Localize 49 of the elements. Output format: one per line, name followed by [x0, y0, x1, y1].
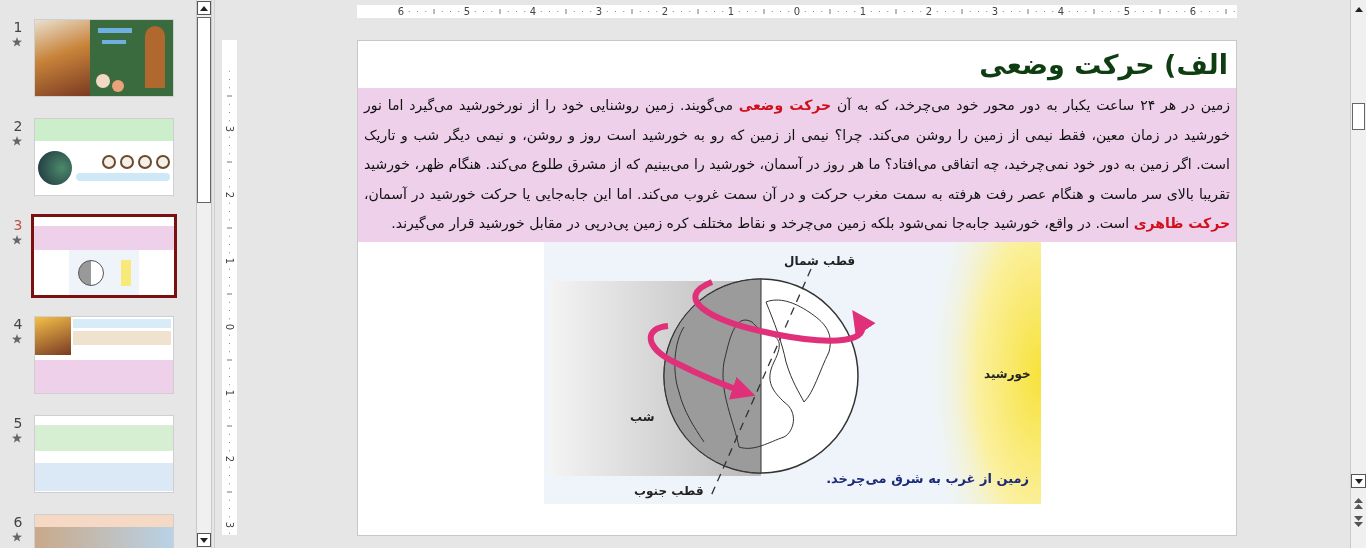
ruler-number: 1	[727, 5, 735, 18]
star-icon	[12, 235, 22, 245]
slide-number: 5	[12, 415, 23, 431]
slide-number: 4	[12, 316, 23, 332]
scrollbar[interactable]	[196, 0, 212, 548]
ruler-number: 5	[1123, 5, 1131, 18]
ruler-number: 1	[859, 5, 867, 18]
ruler-number: 3	[595, 5, 603, 18]
ruler-number: 1	[224, 389, 235, 397]
ruler-number: 2	[925, 5, 933, 18]
slide-number: 6	[12, 514, 23, 530]
south-pole-label: قطب جنوب	[634, 482, 704, 500]
star-icon	[12, 433, 22, 443]
star-icon	[12, 532, 22, 542]
ruler-number: 3	[224, 521, 235, 529]
night-label: شب	[630, 408, 655, 426]
ruler-number: 4	[1057, 5, 1065, 18]
figure-caption: زمین از غرب به شرق می‌چرخد.	[826, 469, 1029, 488]
ruler-number: 1	[224, 257, 235, 265]
scrollbar[interactable]	[1350, 0, 1366, 548]
scroll-down-icon[interactable]	[1351, 474, 1366, 488]
ruler-number: 2	[224, 191, 235, 199]
star-icon	[12, 334, 22, 344]
paragraph: زمین در هر ۲۴ ساعت یکبار به دور محور خود می‌چرخد، که به آن حرکت وضعی می‌گویند. زمین روشنایی خود را از نورخورشید می‌گیرد اما نور خورشید در زمان معین، فقط نیمی از زمین را روشن می‌کند. چرا؟ نیمی از زمین که رو به خورشید است روز و روشن، و نیمی دیگر شب و تاریک است. اگر زمین به دور خود نمی‌چرخید، چه اتفاقی می‌افتاد؟ ما هر روز در آسمان، خورشید را می‌بینیم که از مشرق طلوع می‌کند. هنگام ظهر، خورشید تقریبا بالای سر ماست و هنگام عصر رفت هرفته به سمت مغرب حرکت و در آن سمت غروب می‌کند. اما این جابه‌جایی یا حرکت خورشید در آسمان، حرکت ظاهری است. در واقع، خورشید جابه‌جا نمی‌شود بلکه زمین می‌چرخد و نقاط مختلف کره زمین پی‌درپی در مقابل خورشید قرار می‌گیرند.	[364, 96, 1230, 234]
scroll-up-icon[interactable]	[197, 1, 211, 15]
previous-slide-icon[interactable]	[1351, 496, 1366, 510]
ruler-number: 0	[224, 323, 235, 331]
scrollbar-thumb[interactable]	[1352, 103, 1365, 130]
ruler-number: 3	[224, 125, 235, 133]
ruler-number: 2	[224, 455, 235, 463]
slide-title: الف) حرکت وضعی	[978, 48, 1229, 83]
ruler-number: 6	[1189, 5, 1197, 18]
sun-label: خورشید	[984, 365, 1031, 383]
star-icon	[12, 37, 22, 47]
slide-number: 1	[12, 19, 23, 35]
north-pole-label: قطب شمال	[784, 252, 856, 270]
next-slide-icon[interactable]	[1351, 514, 1366, 528]
slide-number: 2	[12, 118, 23, 134]
slide-thumbnail[interactable]	[31, 214, 177, 298]
ruler-number: 2	[661, 5, 669, 18]
scroll-down-icon[interactable]	[197, 533, 211, 547]
ruler-number: 0	[793, 5, 801, 18]
scrollbar-thumb[interactable]	[197, 17, 211, 203]
ruler-number: 3	[991, 5, 999, 18]
ruler-number: 6	[397, 5, 405, 18]
slide-number: 3	[12, 217, 23, 233]
star-icon	[12, 136, 22, 146]
ruler-number: 4	[529, 5, 537, 18]
ruler-number: 5	[463, 5, 471, 18]
